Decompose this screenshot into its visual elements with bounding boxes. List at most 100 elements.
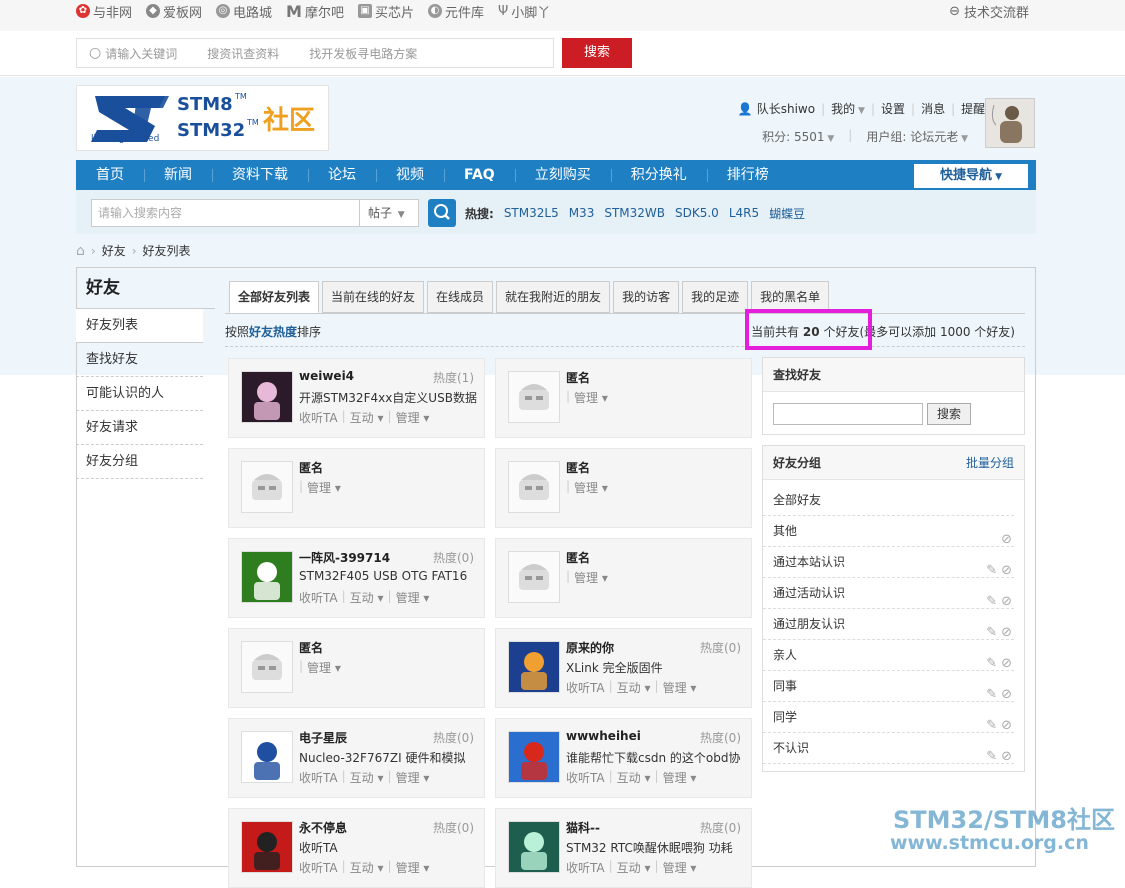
- find-friend-input[interactable]: [773, 403, 923, 425]
- tab-nearby[interactable]: 就在我附近的朋友: [496, 281, 611, 313]
- forum-search-button[interactable]: [428, 199, 456, 227]
- tech-group-link[interactable]: ⊖ 技术交流群: [949, 0, 1029, 22]
- friend-name[interactable]: 猫科--: [566, 819, 600, 836]
- follow-link[interactable]: 收听TA: [299, 409, 338, 426]
- group-item[interactable]: 不认识 ✎ ⊘: [763, 733, 1014, 764]
- tab-online-members[interactable]: 在线成员: [427, 281, 494, 313]
- friend-name[interactable]: 匿名: [566, 369, 590, 386]
- friend-avatar[interactable]: [508, 821, 560, 873]
- forum-search-input[interactable]: 请输入搜索内容: [91, 199, 360, 227]
- hot-search-item[interactable]: SDK5.0: [675, 206, 719, 220]
- follow-link[interactable]: 收听TA: [566, 859, 605, 876]
- friend-avatar[interactable]: [241, 371, 293, 423]
- site-logo[interactable]: life.augmented STM8 TM STM32 TM 社区: [76, 85, 329, 151]
- friend-name[interactable]: weiwei4: [299, 369, 354, 383]
- interact-menu[interactable]: 互动 ▾: [617, 769, 651, 786]
- sidebar-item-find-friends[interactable]: 查找好友: [76, 343, 203, 377]
- breadcrumb-friends[interactable]: 好友: [102, 242, 126, 259]
- global-search-button[interactable]: 搜索: [562, 38, 632, 68]
- partner-link-maixinpian[interactable]: ▣ 买芯片: [357, 2, 414, 21]
- group-item[interactable]: 其他 ⊘: [763, 516, 1014, 547]
- find-friend-button[interactable]: 搜索: [927, 403, 971, 425]
- sort-key-link[interactable]: 好友热度: [249, 325, 297, 339]
- interact-menu[interactable]: 互动 ▾: [617, 679, 651, 696]
- follow-link[interactable]: 收听TA: [299, 769, 338, 786]
- friend-avatar[interactable]: [241, 461, 293, 513]
- friend-name[interactable]: 匿名: [299, 639, 323, 656]
- friend-avatar[interactable]: [508, 461, 560, 513]
- group-item[interactable]: 通过活动认识 ✎ ⊘: [763, 578, 1014, 609]
- username-link[interactable]: 队长shiwo: [757, 100, 815, 117]
- friend-name[interactable]: 匿名: [566, 549, 590, 566]
- manage-menu[interactable]: 管理 ▾: [574, 479, 608, 496]
- nav-faq[interactable]: FAQ: [444, 160, 515, 190]
- tab-visitors[interactable]: 我的访客: [613, 281, 680, 313]
- follow-link[interactable]: 收听TA: [566, 769, 605, 786]
- hot-search-item[interactable]: M33: [569, 206, 595, 220]
- manage-menu[interactable]: 管理 ▾: [663, 859, 697, 876]
- quick-nav-button[interactable]: 快捷导航 ▼: [914, 164, 1028, 188]
- manage-menu[interactable]: 管理 ▾: [396, 769, 430, 786]
- tab-footprints[interactable]: 我的足迹: [682, 281, 749, 313]
- global-search-input[interactable]: ○ 请输入关键词 搜资讯查资料 找开发板寻电路方案: [76, 38, 554, 68]
- messages-link[interactable]: 消息: [921, 100, 945, 117]
- usergroup-menu[interactable]: 用户组: 论坛元老 ▼: [866, 128, 968, 145]
- friend-name[interactable]: 一阵风-399714: [299, 549, 390, 566]
- edit-icon[interactable]: ✎: [986, 741, 997, 772]
- group-item[interactable]: 全部好友: [763, 485, 1014, 516]
- manage-menu[interactable]: 管理 ▾: [663, 679, 697, 696]
- friend-avatar[interactable]: [241, 731, 293, 783]
- nav-home[interactable]: 首页: [76, 160, 144, 190]
- manage-menu[interactable]: 管理 ▾: [396, 409, 430, 426]
- manage-menu[interactable]: 管理 ▾: [396, 859, 430, 876]
- friend-avatar[interactable]: [241, 821, 293, 873]
- partner-link-dianlucheng[interactable]: ◎ 电路城: [216, 2, 272, 21]
- group-item[interactable]: 通过朋友认识 ✎ ⊘: [763, 609, 1014, 640]
- delete-icon[interactable]: ⊘: [1001, 741, 1012, 772]
- nav-video[interactable]: 视频: [376, 160, 444, 190]
- sidebar-item-requests[interactable]: 好友请求: [76, 411, 203, 445]
- points-menu[interactable]: 积分: 5501 ▼: [762, 128, 834, 145]
- manage-menu[interactable]: 管理 ▾: [396, 589, 430, 606]
- hot-search-item[interactable]: L4R5: [729, 206, 759, 220]
- hot-search-item[interactable]: STM32WB: [604, 206, 665, 220]
- hot-search-item[interactable]: 蝴蝶豆: [769, 205, 805, 222]
- partner-link-aiban[interactable]: ◆ 爱板网: [146, 2, 202, 21]
- follow-link[interactable]: 收听TA: [566, 679, 605, 696]
- group-item[interactable]: 同学 ✎ ⊘: [763, 702, 1014, 733]
- sidebar-item-friend-list[interactable]: 好友列表: [76, 309, 203, 343]
- group-item[interactable]: 通过本站认识 ✎ ⊘: [763, 547, 1014, 578]
- hot-search-item[interactable]: STM32L5: [504, 206, 559, 220]
- nav-downloads[interactable]: 资料下载: [212, 160, 308, 190]
- nav-forum[interactable]: 论坛: [308, 160, 376, 190]
- friend-name[interactable]: 电子星辰: [299, 729, 347, 746]
- user-avatar[interactable]: [985, 98, 1035, 148]
- home-icon[interactable]: ⌂: [76, 243, 85, 259]
- interact-menu[interactable]: 互动 ▾: [350, 859, 384, 876]
- tab-online-friends[interactable]: 当前在线的好友: [322, 281, 425, 313]
- breadcrumb-friend-list[interactable]: 好友列表: [143, 242, 191, 259]
- sidebar-item-groups[interactable]: 好友分组: [76, 445, 203, 479]
- friend-name[interactable]: 原来的你: [566, 639, 614, 656]
- manage-menu[interactable]: 管理 ▾: [574, 389, 608, 406]
- group-item[interactable]: 同事 ✎ ⊘: [763, 671, 1014, 702]
- friend-avatar[interactable]: [241, 641, 293, 693]
- sidebar-item-may-know[interactable]: 可能认识的人: [76, 377, 203, 411]
- interact-menu[interactable]: 互动 ▾: [617, 859, 651, 876]
- manage-menu[interactable]: 管理 ▾: [663, 769, 697, 786]
- friend-name[interactable]: 匿名: [299, 459, 323, 476]
- partner-link-eefocus[interactable]: ✿ 与非网: [76, 2, 132, 21]
- manage-menu[interactable]: 管理 ▾: [574, 569, 608, 586]
- search-type-select[interactable]: 帖子 ▼: [359, 199, 419, 227]
- group-item[interactable]: 亲人 ✎ ⊘: [763, 640, 1014, 671]
- interact-menu[interactable]: 互动 ▾: [350, 589, 384, 606]
- interact-menu[interactable]: 互动 ▾: [350, 769, 384, 786]
- settings-link[interactable]: 设置: [881, 100, 905, 117]
- follow-link[interactable]: 收听TA: [299, 859, 338, 876]
- batch-group-link[interactable]: 批量分组: [966, 446, 1014, 480]
- friend-avatar[interactable]: [508, 641, 560, 693]
- partner-link-moore8[interactable]: M 摩尔吧: [286, 2, 344, 21]
- partner-link-xiaojiaoya[interactable]: Ψ 小脚丫: [498, 2, 550, 21]
- manage-menu[interactable]: 管理 ▾: [307, 479, 341, 496]
- friend-avatar[interactable]: [508, 731, 560, 783]
